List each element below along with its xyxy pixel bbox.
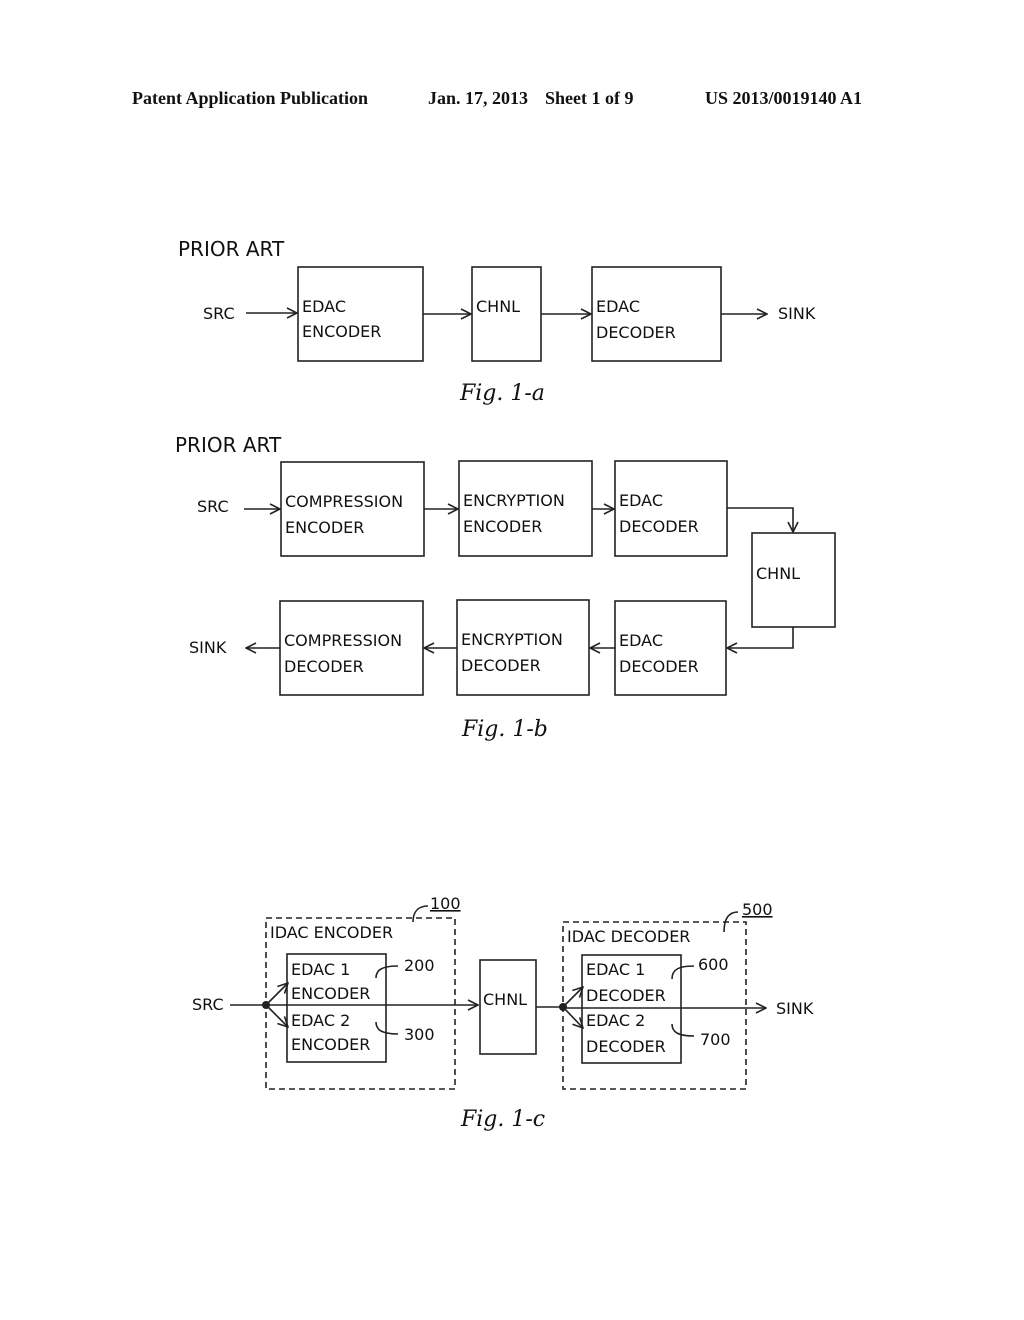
svg-text:ENCODER: ENCODER [291,1035,370,1054]
svg-text:ENCODER: ENCODER [302,322,381,341]
figure-caption: Fig. 1-a [459,381,545,406]
svg-text:CHNL: CHNL [476,297,520,316]
ref-300: 300 [404,1025,435,1044]
svg-text:EDAC: EDAC [596,297,640,316]
arrow [265,1004,288,1027]
ref-700: 700 [700,1030,731,1049]
svg-text:CHNL: CHNL [483,990,527,1009]
src-label: SRC [203,304,235,323]
ref-600: 600 [698,955,729,974]
ref-200: 200 [404,956,435,975]
figure-1b: PRIOR ART SRC COMPRESSION ENCODER ENCRYP… [175,433,836,742]
svg-text:EDAC: EDAC [619,631,663,650]
leader-line [412,905,429,923]
arrow [727,507,793,532]
sink-label: SINK [776,999,814,1018]
svg-text:DECODER: DECODER [284,657,364,676]
channel-block: CHNL [751,532,836,628]
arrow [727,627,794,648]
ref-100: 100 [430,894,461,913]
sink-label: SINK [189,638,227,657]
figure-sheet: PRIOR ART SRC EDAC ENCODER CHNL EDAC DEC… [175,237,836,1132]
svg-text:EDAC 2: EDAC 2 [586,1011,645,1030]
svg-text:COMPRESSION: COMPRESSION [285,492,403,511]
arrow [562,987,583,1008]
prior-art-label: PRIOR ART [178,237,285,261]
arrow [265,983,288,1006]
svg-text:ENCODER: ENCODER [285,518,364,537]
compression-encoder-block: COMPRESSION ENCODER [280,461,425,557]
prior-art-label: PRIOR ART [175,433,282,457]
sink-label: SINK [778,304,816,323]
ref-500: 500 [742,900,773,919]
svg-text:DECODER: DECODER [586,1037,666,1056]
svg-text:DECODER: DECODER [461,656,541,675]
figure-caption: Fig. 1-b [461,717,548,742]
figure-caption: Fig. 1-c [460,1107,545,1132]
svg-text:DECODER: DECODER [586,986,666,1005]
svg-text:EDAC 2: EDAC 2 [291,1011,350,1030]
idac-encoder: IDAC ENCODER 100 EDAC 1 ENCODER EDAC 2 E… [265,894,461,1090]
edac-block-top: EDAC DECODER [614,460,728,557]
svg-text:EDAC: EDAC [302,297,346,316]
encryption-decoder-block: ENCRYPTION DECODER [456,599,590,696]
svg-text:ENCODER: ENCODER [463,517,542,536]
svg-text:COMPRESSION: COMPRESSION [284,631,402,650]
svg-text:EDAC 1: EDAC 1 [291,960,350,979]
svg-text:DECODER: DECODER [619,657,699,676]
compression-decoder-block: COMPRESSION DECODER [279,600,424,696]
idac-decoder-title: IDAC DECODER [567,927,690,946]
edac-block-bottom: EDAC DECODER [614,600,727,696]
channel-block: CHNL [479,959,537,1055]
idac-decoder: IDAC DECODER 500 EDAC 1 DECODER EDAC 2 D… [562,900,773,1090]
channel-block: CHNL [471,266,542,362]
svg-text:DECODER: DECODER [596,323,676,342]
svg-text:ENCRYPTION: ENCRYPTION [463,491,565,510]
svg-text:ENCODER: ENCODER [291,984,370,1003]
edac-decoder-block: EDAC DECODER [591,266,722,362]
figure-1a: PRIOR ART SRC EDAC ENCODER CHNL EDAC DEC… [178,237,816,406]
svg-text:DECODER: DECODER [619,517,699,536]
figure-1c: IDAC ENCODER 100 EDAC 1 ENCODER EDAC 2 E… [192,894,814,1132]
src-label: SRC [197,497,229,516]
encryption-encoder-block: ENCRYPTION ENCODER [458,460,593,557]
edac-encoder-block: EDAC ENCODER [297,266,424,362]
svg-text:EDAC: EDAC [619,491,663,510]
arrow [562,1006,583,1028]
idac-encoder-title: IDAC ENCODER [270,923,393,942]
svg-text:EDAC 1: EDAC 1 [586,960,645,979]
svg-text:ENCRYPTION: ENCRYPTION [461,630,563,649]
src-label: SRC [192,995,224,1014]
svg-text:CHNL: CHNL [756,564,800,583]
